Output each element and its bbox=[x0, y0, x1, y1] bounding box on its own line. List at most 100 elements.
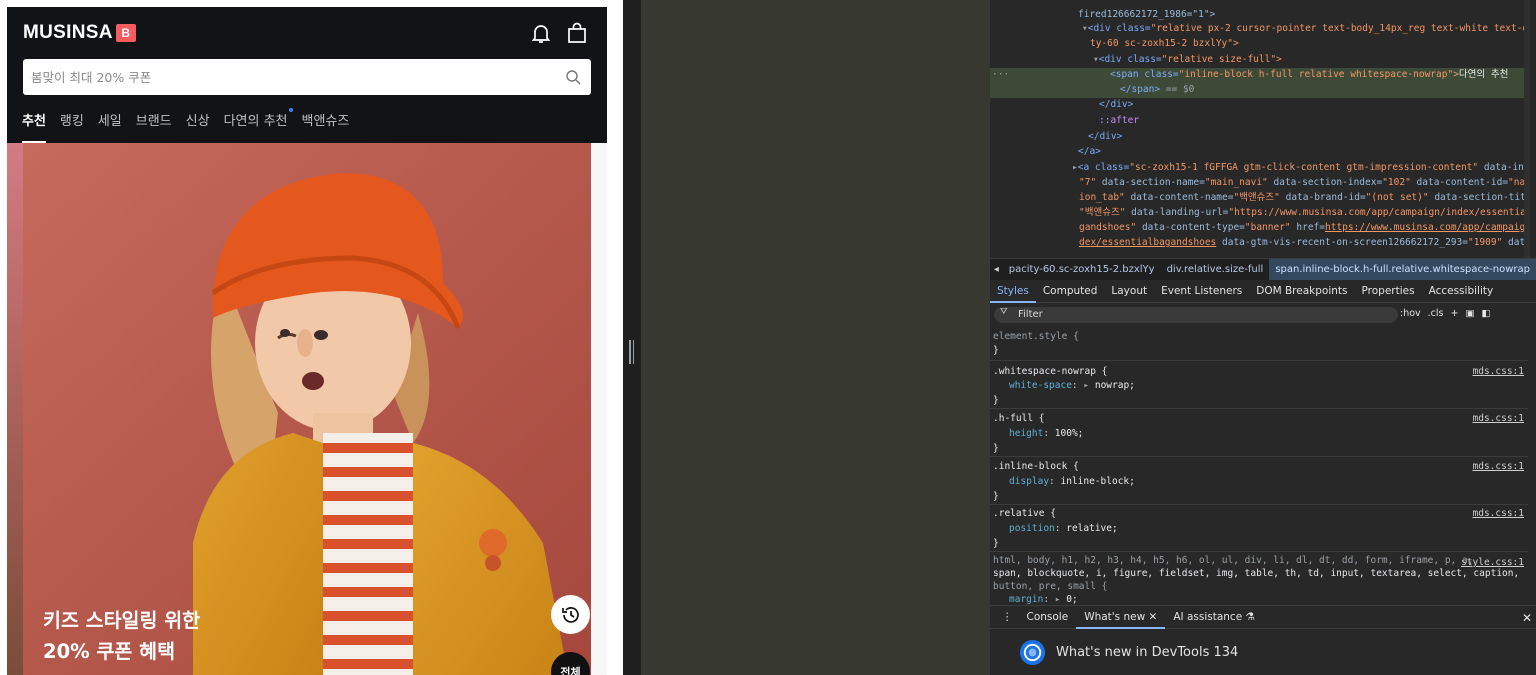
tree-line[interactable]: ▾<div class="relative px-2 cursor-pointe… bbox=[1082, 22, 1530, 35]
paint-icon[interactable]: ▣ bbox=[1465, 308, 1474, 319]
css-prop[interactable]: display bbox=[1009, 476, 1049, 487]
recent-history-button[interactable] bbox=[551, 595, 590, 634]
tab-layout[interactable]: Layout bbox=[1104, 281, 1154, 303]
css-value[interactable]: inline-block; bbox=[1061, 476, 1135, 487]
css-rules: element.style { } .whitespace-nowrap { m… bbox=[990, 327, 1528, 605]
bag-icon[interactable] bbox=[565, 21, 589, 45]
css-value[interactable]: 0; bbox=[1066, 594, 1077, 605]
breadcrumb-item[interactable]: div.relative.size-full bbox=[1161, 264, 1270, 275]
css-prop[interactable]: margin bbox=[1009, 594, 1043, 605]
css-prop[interactable]: white-space bbox=[1009, 380, 1072, 391]
tab-dom-breakpoints[interactable]: DOM Breakpoints bbox=[1249, 281, 1354, 303]
hov-toggle[interactable]: :hov bbox=[1400, 308, 1421, 319]
close-icon[interactable]: ✕ bbox=[1149, 611, 1158, 623]
css-value[interactable]: 100%; bbox=[1055, 428, 1084, 439]
breadcrumb-scroll-left-icon[interactable]: ◂ bbox=[990, 264, 1003, 275]
tree-line[interactable]: ▸<a class="sc-zoxh15-1 fGFFGA gtm-click-… bbox=[1072, 161, 1530, 174]
tab-recommend[interactable]: 추천 bbox=[22, 106, 46, 143]
tree-line-ellipsis-icon[interactable]: ··· bbox=[992, 68, 1009, 81]
tab-properties[interactable]: Properties bbox=[1355, 281, 1422, 303]
tree-line[interactable]: "7" data-section-name="main_navi" data-s… bbox=[1079, 176, 1530, 189]
tab-whats-new-label: What's new bbox=[1084, 611, 1146, 623]
rule-source-link[interactable]: mds.css:1 bbox=[1473, 364, 1524, 379]
rule-selector[interactable]: span, blockquote, i, figure, fieldset, i… bbox=[993, 568, 1519, 579]
tab-bag-and-shoes[interactable]: 백앤슈즈 bbox=[302, 106, 350, 143]
tab-computed[interactable]: Computed bbox=[1036, 281, 1105, 303]
tree-line[interactable]: ▾<div class="relative size-full"> bbox=[1093, 53, 1282, 66]
tab-styles[interactable]: Styles bbox=[990, 281, 1036, 303]
tree-line[interactable]: ::after bbox=[1099, 114, 1139, 127]
hero-banner[interactable]: 키즈 스타일링 위한 20% 쿠폰 혜택 전체 bbox=[7, 143, 607, 675]
elements-tree: fired126662172_1986="1"> ▾<div class="re… bbox=[990, 0, 1530, 258]
dom-breadcrumb: ◂ pacity-60.sc-zoxh15-2.bzxlYy div.relat… bbox=[990, 258, 1536, 280]
tab-label: 브랜드 bbox=[135, 114, 172, 129]
search-icon[interactable] bbox=[565, 69, 581, 85]
tree-line[interactable]: </div> bbox=[1088, 130, 1122, 143]
breadcrumb-item-selected[interactable]: span.inline-block.h-full.relative.whites… bbox=[1269, 259, 1536, 280]
tab-sale[interactable]: 세일 bbox=[98, 106, 122, 143]
css-rule: element.style { } bbox=[990, 327, 1528, 361]
tab-label: 백앤슈즈 bbox=[301, 114, 350, 129]
search-bar[interactable] bbox=[23, 59, 591, 95]
banner-image bbox=[23, 143, 591, 675]
css-rule: .inline-block { mds.css:1 display: inlin… bbox=[990, 458, 1528, 505]
css-value[interactable]: relative; bbox=[1066, 523, 1117, 534]
filter-placeholder: Filter bbox=[1018, 309, 1043, 320]
selected-tree-line[interactable]: <span class="inline-block h-full relativ… bbox=[1110, 68, 1508, 81]
tab-label: 랭킹 bbox=[59, 114, 84, 129]
toggle-sidebar-icon[interactable]: ◧ bbox=[1481, 308, 1490, 319]
styles-filter-input[interactable]: Filter bbox=[994, 307, 1398, 323]
tab-brand[interactable]: 브랜드 bbox=[136, 106, 172, 143]
logo-text: MUSINSA bbox=[23, 22, 113, 43]
new-rule-icon[interactable]: + bbox=[1451, 308, 1459, 319]
devtools-splitter[interactable] bbox=[623, 0, 641, 675]
breadcrumb-item[interactable]: pacity-60.sc-zoxh15-2.bzxlYy bbox=[1003, 264, 1161, 275]
css-prop[interactable]: position bbox=[1009, 523, 1055, 534]
rule-selector[interactable]: .h-full { bbox=[993, 413, 1044, 424]
tree-line[interactable]: </a> bbox=[1078, 145, 1101, 158]
tab-ranking[interactable]: 랭킹 bbox=[60, 106, 84, 143]
devtools-empty-pane bbox=[641, 0, 990, 675]
resize-handle-icon[interactable] bbox=[629, 340, 635, 364]
tree-line[interactable]: ty-60 sc-zoxh15-2 bzxlYy"> bbox=[1090, 37, 1239, 50]
musinsa-page: MUSINSA B 봄맞이 최대 20% 쿠폰 추천 랭킹 세일 브랜드 신상 … bbox=[7, 7, 607, 675]
css-prop[interactable]: height bbox=[1009, 428, 1043, 439]
rule-source-link[interactable]: mds.css:1 bbox=[1473, 411, 1524, 426]
rule-source-link[interactable]: mds.css:1 bbox=[1473, 506, 1524, 521]
browser-viewport: MUSINSA B 봄맞이 최대 20% 쿠폰 추천 랭킹 세일 브랜드 신상 … bbox=[0, 0, 623, 675]
drawer-menu-icon[interactable]: ⋮ bbox=[990, 605, 1019, 629]
bell-icon[interactable] bbox=[529, 21, 553, 45]
rule-selector[interactable]: element.style { bbox=[993, 331, 1079, 342]
rule-selector[interactable]: button, pre, small { bbox=[993, 581, 1107, 592]
history-icon bbox=[561, 606, 579, 623]
next-banner-peek bbox=[591, 143, 607, 675]
tree-line[interactable]: fired126662172_1986="1"> bbox=[1078, 8, 1215, 21]
cls-toggle[interactable]: .cls bbox=[1428, 308, 1444, 319]
rule-selector[interactable]: .relative { bbox=[993, 508, 1056, 519]
rule-source-link[interactable]: mds.css:1 bbox=[1473, 459, 1524, 474]
styles-filter-row: Filter ⛛ :hov .cls + ▣ ◧ bbox=[990, 304, 1536, 326]
search-input[interactable] bbox=[31, 59, 551, 95]
tab-ai-assistance[interactable]: AI assistance ⚗ bbox=[1165, 605, 1263, 629]
tab-new[interactable]: 신상 bbox=[186, 106, 210, 143]
tab-accessibility[interactable]: Accessibility bbox=[1422, 281, 1501, 303]
filter-tools: :hov .cls + ▣ ◧ bbox=[1400, 308, 1490, 319]
tab-ai-assistance-label: AI assistance bbox=[1173, 611, 1243, 623]
tree-line[interactable]: </span> == $0 bbox=[1120, 83, 1194, 96]
tree-line[interactable]: </div> bbox=[1099, 98, 1133, 111]
elements-scrollbar[interactable] bbox=[1524, 0, 1530, 258]
tab-console[interactable]: Console bbox=[1019, 605, 1077, 629]
tab-dayeon-pick[interactable]: 다연의 추천 bbox=[224, 106, 293, 143]
tree-line[interactable]: ion_tab" data-content-name="백앤슈즈" data-b… bbox=[1079, 191, 1530, 204]
filter-icon: ⛛ bbox=[1000, 307, 1008, 317]
tab-event-listeners[interactable]: Event Listeners bbox=[1154, 281, 1249, 303]
tree-line[interactable]: "백앤슈즈" data-landing-url="https://www.mus… bbox=[1079, 206, 1530, 219]
tree-line[interactable]: gandshoes" data-content-type="banner" hr… bbox=[1079, 221, 1530, 234]
musinsa-logo[interactable]: MUSINSA B bbox=[23, 22, 136, 43]
rule-selector[interactable]: .whitespace-nowrap { bbox=[993, 366, 1107, 377]
close-drawer-icon[interactable]: ✕ bbox=[1522, 611, 1532, 625]
tree-line[interactable]: dex/essentialbagandshoes data-gtm-vis-re… bbox=[1079, 236, 1530, 249]
rule-selector[interactable]: .inline-block { bbox=[993, 461, 1079, 472]
css-value[interactable]: nowrap; bbox=[1095, 380, 1135, 391]
tab-whats-new[interactable]: What's new ✕ bbox=[1076, 605, 1166, 629]
